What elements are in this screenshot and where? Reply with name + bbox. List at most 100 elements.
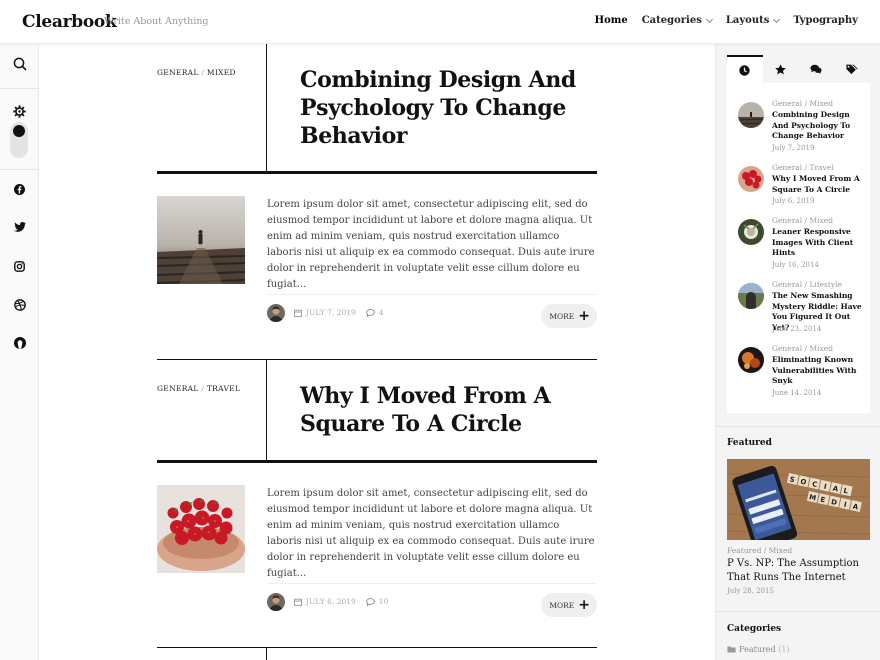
article-comments[interactable]: 4 bbox=[365, 308, 384, 317]
article-body: Lorem ipsum dolor sit amet, consectetur … bbox=[157, 174, 597, 334]
article-card: General / Mixed Combining Design And Psy… bbox=[157, 44, 597, 334]
comment-icon bbox=[365, 597, 375, 606]
divider bbox=[266, 648, 267, 660]
article-body: Lorem ipsum dolor sit amet, consectetur … bbox=[157, 463, 597, 623]
tab-comments[interactable] bbox=[799, 55, 835, 83]
article-meta: July 7, 2019 4 More + bbox=[267, 294, 597, 330]
category-separator: / bbox=[201, 68, 205, 77]
article-date: July 7, 2019 bbox=[294, 308, 356, 317]
featured-image[interactable]: S O C I A L M E D I A bbox=[727, 459, 870, 540]
main-nav: Home Categories Layouts Typography bbox=[581, 15, 858, 26]
post-category: General / Travel bbox=[772, 163, 834, 172]
article-category: General / Mixed bbox=[157, 68, 236, 77]
tab-tags[interactable] bbox=[834, 55, 870, 83]
toggle-knob bbox=[13, 125, 25, 137]
post-category: General / Mixed bbox=[772, 344, 833, 353]
post-category: General / Lifestyle bbox=[772, 280, 842, 289]
post-category: General / Mixed bbox=[772, 99, 833, 108]
tab-recent[interactable] bbox=[727, 55, 763, 83]
featured-date: July 28, 2015 bbox=[727, 587, 774, 595]
article-date: July 6, 2019 bbox=[294, 597, 356, 606]
category-link-travel[interactable]: Travel bbox=[207, 384, 240, 393]
site-tagline: Write About Anything bbox=[104, 16, 209, 27]
plus-icon: + bbox=[578, 308, 590, 324]
dribbble-icon[interactable] bbox=[0, 299, 39, 311]
post-title[interactable]: Eliminating Known Vulnerabilities With S… bbox=[772, 355, 868, 387]
facebook-icon[interactable] bbox=[0, 184, 39, 195]
twitter-icon[interactable] bbox=[0, 222, 39, 232]
post-thumbnail[interactable] bbox=[738, 347, 764, 373]
featured-heading: Featured bbox=[727, 438, 772, 448]
chevron-down-icon bbox=[705, 15, 713, 23]
post-date: July 16, 2014 bbox=[772, 261, 819, 269]
search-icon[interactable] bbox=[0, 57, 39, 71]
chevron-down-icon bbox=[773, 15, 781, 23]
divider bbox=[716, 611, 880, 612]
nav-item-layouts[interactable]: Layouts bbox=[726, 15, 781, 26]
sidebar-tabs bbox=[727, 55, 870, 83]
main-content: General / Mixed Combining Design And Psy… bbox=[39, 44, 715, 660]
more-button[interactable]: More + bbox=[541, 304, 597, 328]
nav-item-categories[interactable]: Categories bbox=[642, 15, 713, 26]
site-logo[interactable]: Clearbook bbox=[22, 12, 117, 32]
divider bbox=[716, 426, 880, 427]
category-link-mixed[interactable]: Mixed bbox=[207, 68, 236, 77]
post-date: June 23, 2014 bbox=[772, 325, 822, 333]
author-avatar[interactable] bbox=[267, 303, 285, 322]
article-thumbnail[interactable] bbox=[157, 196, 245, 284]
clock-icon bbox=[739, 64, 751, 76]
instagram-icon[interactable] bbox=[0, 261, 39, 272]
article-title[interactable]: Combining Design And Psychology To Chang… bbox=[300, 66, 590, 150]
category-link-general[interactable]: General bbox=[157, 68, 199, 77]
right-sidebar: General / Mixed Combining Design And Psy… bbox=[715, 44, 880, 660]
article-comments[interactable]: 10 bbox=[365, 597, 388, 606]
featured-title[interactable]: P Vs. NP: The Assumption That Runs The I… bbox=[727, 557, 872, 585]
github-icon[interactable] bbox=[0, 337, 39, 349]
theme-toggle[interactable] bbox=[10, 122, 28, 158]
category-link-general[interactable]: General bbox=[157, 384, 199, 393]
author-avatar[interactable] bbox=[267, 592, 285, 611]
post-thumbnail[interactable] bbox=[738, 219, 764, 245]
left-toolbar bbox=[0, 44, 39, 660]
article-header: General / Travel Why I Moved From A Squa… bbox=[157, 360, 597, 463]
comment-icon bbox=[365, 308, 375, 317]
nav-item-typography[interactable]: Typography bbox=[793, 15, 858, 26]
post-date: June 14, 2014 bbox=[772, 389, 822, 397]
tab-popular[interactable] bbox=[763, 55, 799, 83]
recent-posts-list: General / Mixed Combining Design And Psy… bbox=[727, 83, 870, 413]
article-category: General / Travel bbox=[157, 384, 240, 393]
article-excerpt: Lorem ipsum dolor sit amet, consectetur … bbox=[267, 488, 595, 579]
gear-icon[interactable] bbox=[0, 105, 39, 118]
post-thumbnail[interactable] bbox=[738, 283, 764, 309]
featured-category: Featured / Mixed bbox=[727, 546, 793, 555]
plus-icon: + bbox=[578, 597, 590, 613]
category-item-featured[interactable]: Featured (1) bbox=[727, 645, 790, 654]
article-excerpt: Lorem ipsum dolor sit amet, consectetur … bbox=[267, 199, 595, 290]
nav-item-home[interactable]: Home bbox=[595, 15, 628, 26]
folder-icon bbox=[727, 646, 736, 653]
more-button[interactable]: More + bbox=[541, 593, 597, 617]
post-title[interactable]: Why I Moved From A Square To A Circle bbox=[772, 174, 868, 195]
site-header: Clearbook Write About Anything Home Cate… bbox=[0, 0, 880, 44]
post-date: July 7, 2019 bbox=[772, 144, 815, 152]
post-category: General / Mixed bbox=[772, 216, 833, 225]
post-thumbnail[interactable] bbox=[738, 102, 764, 128]
article-thumbnail[interactable] bbox=[157, 485, 245, 573]
tags-icon bbox=[846, 64, 858, 74]
post-date: July 6, 2019 bbox=[772, 197, 815, 205]
post-title[interactable]: Combining Design And Psychology To Chang… bbox=[772, 110, 868, 142]
divider bbox=[0, 88, 39, 89]
divider bbox=[266, 44, 267, 171]
article-card: General / Travel Why I Moved From A Squa… bbox=[157, 360, 597, 623]
article-header: General / Mixed Combining Design And Psy… bbox=[157, 44, 597, 174]
article-meta: July 6, 2019 10 More + bbox=[267, 583, 597, 619]
post-title[interactable]: Leaner Responsive Images With Client Hin… bbox=[772, 227, 868, 259]
divider bbox=[157, 647, 597, 648]
post-thumbnail[interactable] bbox=[738, 166, 764, 192]
comments-icon bbox=[810, 64, 822, 74]
categories-heading: Categories bbox=[727, 624, 782, 634]
calendar-icon bbox=[294, 598, 302, 606]
calendar-icon bbox=[294, 309, 302, 317]
star-icon bbox=[775, 63, 786, 74]
article-title[interactable]: Why I Moved From A Square To A Circle bbox=[300, 382, 590, 438]
